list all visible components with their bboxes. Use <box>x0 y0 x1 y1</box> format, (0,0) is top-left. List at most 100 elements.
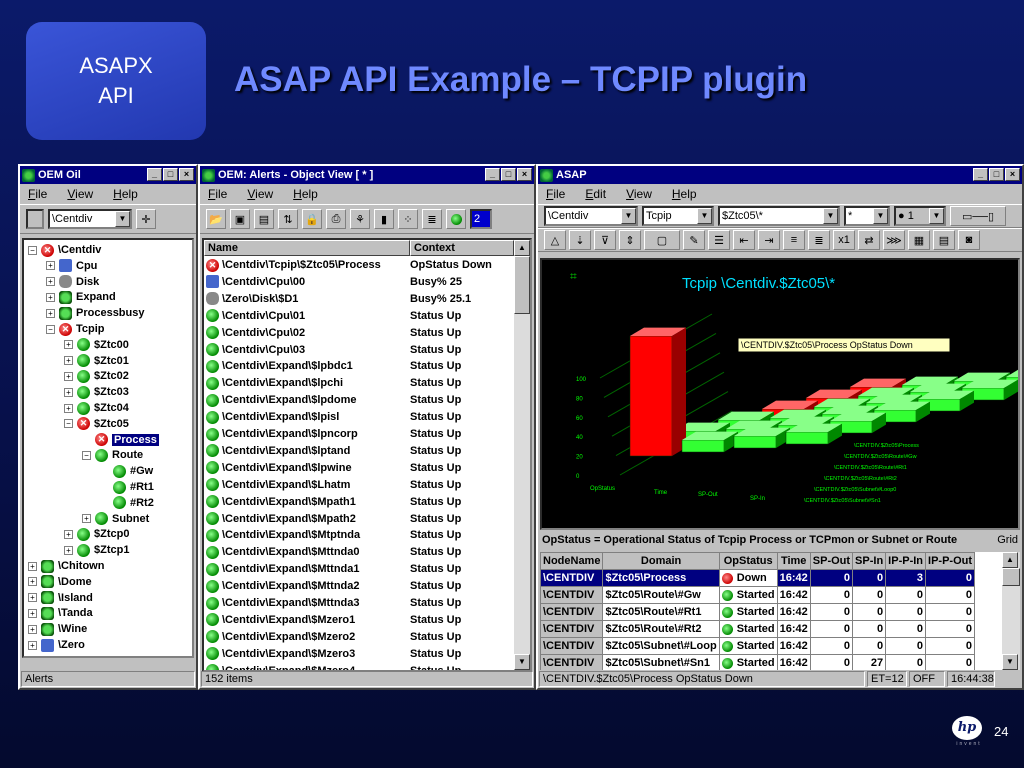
tree-item[interactable]: + $Ztc03 <box>64 384 129 400</box>
list-item[interactable]: \Centdiv\Expand\$Mtptnda Status Up <box>204 527 461 543</box>
small-icons-icon[interactable]: ⁘ <box>398 209 418 229</box>
list-item[interactable]: \Centdiv\Expand\$lpdome Status Up <box>204 392 461 408</box>
tree-item[interactable]: + \Tanda <box>28 605 93 621</box>
table-row[interactable]: \CENTDIV $Ztc05\Route\#Gw Started 16:42 0 0 0 0 <box>540 586 976 604</box>
menu-item-view[interactable]: View <box>67 187 93 201</box>
chevron-down-icon[interactable]: ▼ <box>929 208 944 224</box>
node-combo[interactable]: \Centdiv ▼ <box>544 206 638 226</box>
indent-left-icon[interactable]: ⇤ <box>733 230 755 250</box>
expand-icon[interactable]: + <box>64 340 73 350</box>
collapse-icon[interactable]: − <box>82 450 91 460</box>
tree-item[interactable]: ✕ Process <box>82 432 159 448</box>
column-header[interactable]: NodeName <box>540 552 604 570</box>
chart-up-icon[interactable]: △ <box>544 230 566 250</box>
tree-item[interactable]: + $Ztc02 <box>64 368 129 384</box>
tree-item[interactable]: + $Ztc00 <box>64 337 129 353</box>
chevron-down-icon[interactable]: ▼ <box>873 208 888 224</box>
table-row[interactable]: \CENTDIV $Ztc05\Subnet\#Loop Started 16:42 0… <box>540 637 976 655</box>
column-header-name[interactable]: Name <box>204 240 410 256</box>
expand-icon[interactable]: + <box>64 545 73 555</box>
window-icon[interactable]: ▢ <box>644 230 680 250</box>
indent-right-icon[interactable]: ⇥ <box>758 230 780 250</box>
maximize-button[interactable]: □ <box>501 168 516 181</box>
list-item[interactable]: ✕ \Centdiv\Tcpip\$Ztc05\Process OpStatus D… <box>204 257 492 273</box>
expand-icon[interactable]: + <box>46 292 55 302</box>
node-combo[interactable]: \Centdiv ▼ <box>48 209 132 229</box>
list-item[interactable]: \Centdiv\Expand\$lpbdc1 Status Up <box>204 358 461 374</box>
table-row[interactable]: \CENTDIV $Ztc05\Process Down 16:42 0 0 3 0 <box>540 569 976 587</box>
list-item[interactable]: \Centdiv\Cpu\02 Status Up <box>204 325 461 341</box>
scroll-thumb[interactable] <box>514 256 530 314</box>
sort-down-icon[interactable]: ⇣ <box>569 230 591 250</box>
list-item[interactable]: \Centdiv\Expand\$Mzero2 Status Up <box>204 629 461 645</box>
grid-pane[interactable]: NodeName Domain OpStatus Time SP-Out SP-In IP-… <box>540 552 1020 670</box>
wrench-icon[interactable]: ✎ <box>683 230 705 250</box>
table-row[interactable]: \CENTDIV $Ztc05\Route\#Rt2 Started 16:42 0 0 0… <box>540 620 976 638</box>
list-item[interactable]: \Centdiv\Expand\$Mttnda3 Status Up <box>204 595 461 611</box>
list-item[interactable]: \Centdiv\Cpu\03 Status Up <box>204 342 461 358</box>
tree-item[interactable]: − ✕ $Ztc05 <box>64 416 129 432</box>
scroll-up-icon[interactable]: ▲ <box>514 240 530 256</box>
maximize-button[interactable]: □ <box>989 168 1004 181</box>
chevron-down-icon[interactable]: ▼ <box>115 211 130 227</box>
expand-icon[interactable]: + <box>46 308 55 318</box>
list-item[interactable]: \Centdiv\Expand\$Mzero1 Status Up <box>204 612 461 628</box>
collapse-icon[interactable]: − <box>46 324 55 334</box>
menu-item-help[interactable]: Help <box>293 187 318 201</box>
list-item[interactable]: \Centdiv\Expand\$Lhatm Status Up <box>204 477 461 493</box>
expand-icon[interactable]: + <box>64 371 73 381</box>
list-view-icon[interactable]: ▮ <box>374 209 394 229</box>
tree-item[interactable]: + $Ztc04 <box>64 400 129 416</box>
tree-item[interactable]: + \Island <box>28 590 93 606</box>
alerts-list[interactable]: Name Context ✕ \Centdiv\Tcpip\$Ztc05\Proc… <box>202 238 532 672</box>
object-combo[interactable]: $Ztc05\* ▼ <box>718 206 840 226</box>
clipboard-icon[interactable]: ▤ <box>933 230 955 250</box>
list-item[interactable]: \Centdiv\Expand\$Mttnda0 Status Up <box>204 544 461 560</box>
expand-icon[interactable]: + <box>64 403 73 413</box>
filter-icon[interactable]: ⊽ <box>594 230 616 250</box>
drill-icon[interactable]: ⋙ <box>883 230 905 250</box>
table-row[interactable]: \CENTDIV $Ztc05\Route\#Rt1 Started 16:42 0 0 0… <box>540 603 976 621</box>
column-header[interactable]: IP-P-In <box>885 552 927 570</box>
expand-icon[interactable]: + <box>28 624 37 634</box>
list-item[interactable]: \Centdiv\Expand\$lpncorp Status Up <box>204 426 461 442</box>
list-item[interactable]: \Centdiv\Expand\$lpisl Status Up <box>204 409 461 425</box>
lock-icon[interactable]: 🔒 <box>302 209 322 229</box>
expand-icon[interactable]: + <box>46 261 55 271</box>
list-item[interactable]: \Centdiv\Expand\$lptand Status Up <box>204 443 461 459</box>
expand-icon[interactable]: + <box>64 529 73 539</box>
tree-item[interactable]: + Disk <box>46 274 99 290</box>
menu-item-help[interactable]: Help <box>113 187 138 201</box>
table-row[interactable]: \CENTDIV $Ztc05\Subnet\#Sn1 Started 16:42 0 2… <box>540 654 976 670</box>
list-item[interactable]: \Centdiv\Expand\$Mpath2 Status Up <box>204 511 461 527</box>
collapse-icon[interactable]: − <box>28 245 37 255</box>
column-header-context[interactable]: Context <box>410 240 514 256</box>
attribute-combo[interactable]: * ▼ <box>844 206 890 226</box>
tree-item[interactable]: + \Dome <box>28 574 92 590</box>
chevron-down-icon[interactable]: ▼ <box>621 208 636 224</box>
tree-item[interactable]: + Cpu <box>46 258 97 274</box>
alerts-titlebar[interactable]: OEM: Alerts - Object View [ * ] _ □ × <box>200 166 534 184</box>
expand-icon[interactable]: + <box>64 356 73 366</box>
list-item[interactable]: \Centdiv\Cpu\01 Status Up <box>204 308 461 324</box>
list-item[interactable]: \Centdiv\Expand\$lpchi Status Up <box>204 375 461 391</box>
tree-item[interactable]: + Expand <box>46 289 116 305</box>
properties-icon[interactable]: ▤ <box>254 209 274 229</box>
save-icon[interactable]: ▣ <box>230 209 250 229</box>
tree-item[interactable]: + \Wine <box>28 621 87 637</box>
arrows-updown-icon[interactable]: ⇕ <box>619 230 641 250</box>
scroll-down-icon[interactable]: ▼ <box>1002 654 1018 670</box>
indent-icon[interactable]: ≣ <box>808 230 830 250</box>
tree-item[interactable]: − ✕ Tcpip <box>46 321 105 337</box>
maximize-button[interactable]: □ <box>163 168 178 181</box>
chevron-down-icon[interactable]: ▼ <box>823 208 838 224</box>
print-icon[interactable]: ⎙ <box>326 209 346 229</box>
tree-item[interactable]: + \Zero <box>28 637 85 653</box>
tree-item[interactable]: + $Ztc01 <box>64 353 129 369</box>
scroll-down-icon[interactable]: ▼ <box>514 654 530 670</box>
expand-icon[interactable]: + <box>28 561 37 571</box>
list-item[interactable]: \Centdiv\Expand\$Mttnda2 Status Up <box>204 578 461 594</box>
slider-icon[interactable]: ▭──▯ <box>950 206 1006 226</box>
tree-item[interactable]: − Route <box>82 447 143 463</box>
oem-oil-titlebar[interactable]: OEM Oil _ □ × <box>20 166 196 184</box>
